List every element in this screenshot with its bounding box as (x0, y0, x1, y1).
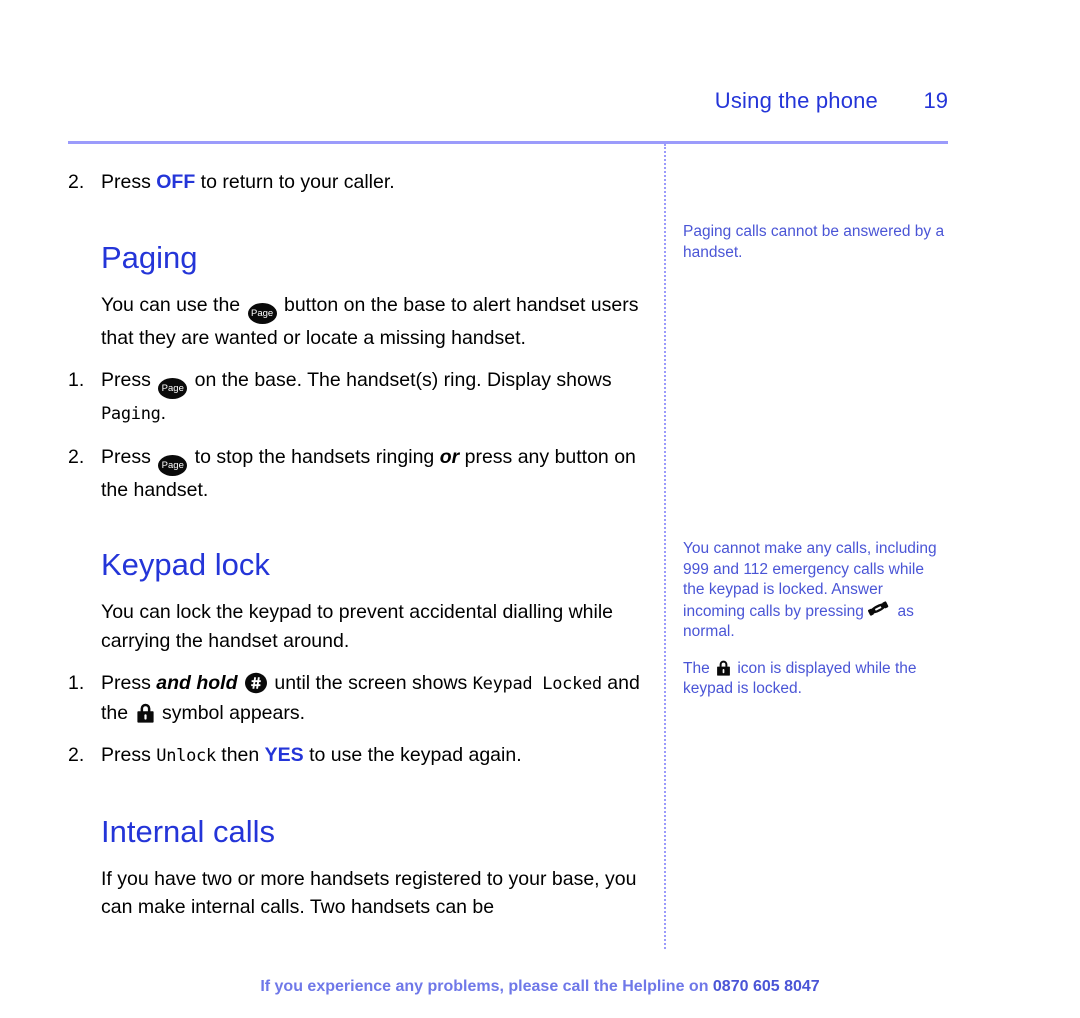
list-item: 1. Press Page on the base. The handset(s)… (68, 366, 644, 429)
padlock-icon (136, 703, 155, 723)
list-item: 2. Press Unlock then YES to use the keypa… (68, 741, 644, 771)
page-footer: If you experience any problems, please c… (0, 978, 1080, 996)
emphasis-and-hold: and hold (156, 672, 238, 694)
hash-button-icon (244, 672, 267, 694)
yes-key-label: YES (264, 744, 304, 766)
display-text-unlock: Unlock (156, 746, 216, 766)
page-button-icon: Page (247, 302, 277, 324)
page-header: Using the phone 19 (68, 88, 948, 114)
step-text-b: on the base. The handset(s) ring. Displa… (189, 369, 612, 391)
sidebar-note-text-a: The (683, 659, 715, 677)
step-text-b: until the screen shows (268, 672, 473, 694)
step-number: 2. (68, 744, 85, 766)
list-item: 2. Press Page to stop the handsets ringin… (68, 443, 644, 505)
step-text-d: symbol appears. (156, 701, 306, 724)
list-item: 1. Press and hold until the screen shows … (68, 669, 644, 727)
handset-icon (868, 600, 891, 621)
list-item: 2. Press OFF to return to your caller. (68, 168, 644, 197)
footer-text: If you experience any problems, please c… (260, 978, 713, 995)
step-number: 1. (68, 672, 85, 694)
step-text-b: then (215, 744, 265, 766)
step-number: 2. (68, 171, 85, 193)
step-text-a: Press (101, 672, 157, 694)
step-text-a: Press (101, 369, 157, 391)
sidebar-note-emergency: You cannot make any calls, including 999… (683, 539, 949, 643)
sidebar-notes-column: Paging calls cannot be answered by a han… (683, 222, 949, 700)
keypad-lock-paragraph: You can lock the keypad to prevent accid… (101, 601, 614, 652)
keypad-lock-step-list: 1. Press and hold until the screen shows … (68, 669, 644, 771)
padlock-icon (716, 660, 731, 676)
step-text-c: . (160, 402, 167, 424)
header-divider-rule (68, 141, 948, 144)
step-text-b: to stop the handsets ringing (189, 445, 440, 468)
off-key-label: OFF (156, 171, 196, 193)
display-text-keypad-locked: Keypad Locked (472, 674, 602, 694)
column-divider (664, 144, 666, 949)
manual-page: Using the phone 19 2. Press OFF to return… (0, 0, 1080, 1018)
paging-intro-paragraph: You can use the Page button on the base … (68, 291, 644, 353)
step-number: 2. (68, 445, 85, 468)
display-text-paging: Paging (101, 404, 161, 424)
step-text-c: to use the keypad again. (303, 744, 522, 766)
main-content-column: 2. Press OFF to return to your caller. Pa… (68, 168, 644, 922)
paragraph-text-a: You can use the (101, 293, 246, 316)
paging-step-list: 1. Press Page on the base. The handset(s)… (68, 366, 644, 504)
emphasis-or: or (439, 445, 460, 468)
step-number: 1. (68, 369, 85, 391)
internal-calls-paragraph: If you have two or more handsets registe… (101, 867, 637, 919)
intro-step-list: 2. Press OFF to return to your caller. (68, 168, 644, 197)
helpline-number: 0870 605 8047 (712, 978, 820, 995)
step-text-post: to return to your caller. (195, 171, 395, 193)
page-button-icon: Page (158, 378, 188, 399)
sidebar-note-paging: Paging calls cannot be answered by a han… (683, 223, 945, 261)
page-number: 19 (923, 88, 948, 113)
step-text-a: Press (101, 445, 157, 468)
heading-keypad-lock: Keypad lock (101, 547, 270, 582)
heading-internal-calls: Internal calls (101, 813, 276, 849)
step-text-pre: Press (101, 171, 157, 193)
step-text-a: Press (101, 744, 157, 766)
page-title: Using the phone (714, 88, 878, 113)
heading-paging: Paging (101, 239, 198, 275)
sidebar-note-lock-icon: The icon is displayed while the keypad i… (683, 659, 949, 700)
page-button-icon: Page (158, 454, 188, 476)
